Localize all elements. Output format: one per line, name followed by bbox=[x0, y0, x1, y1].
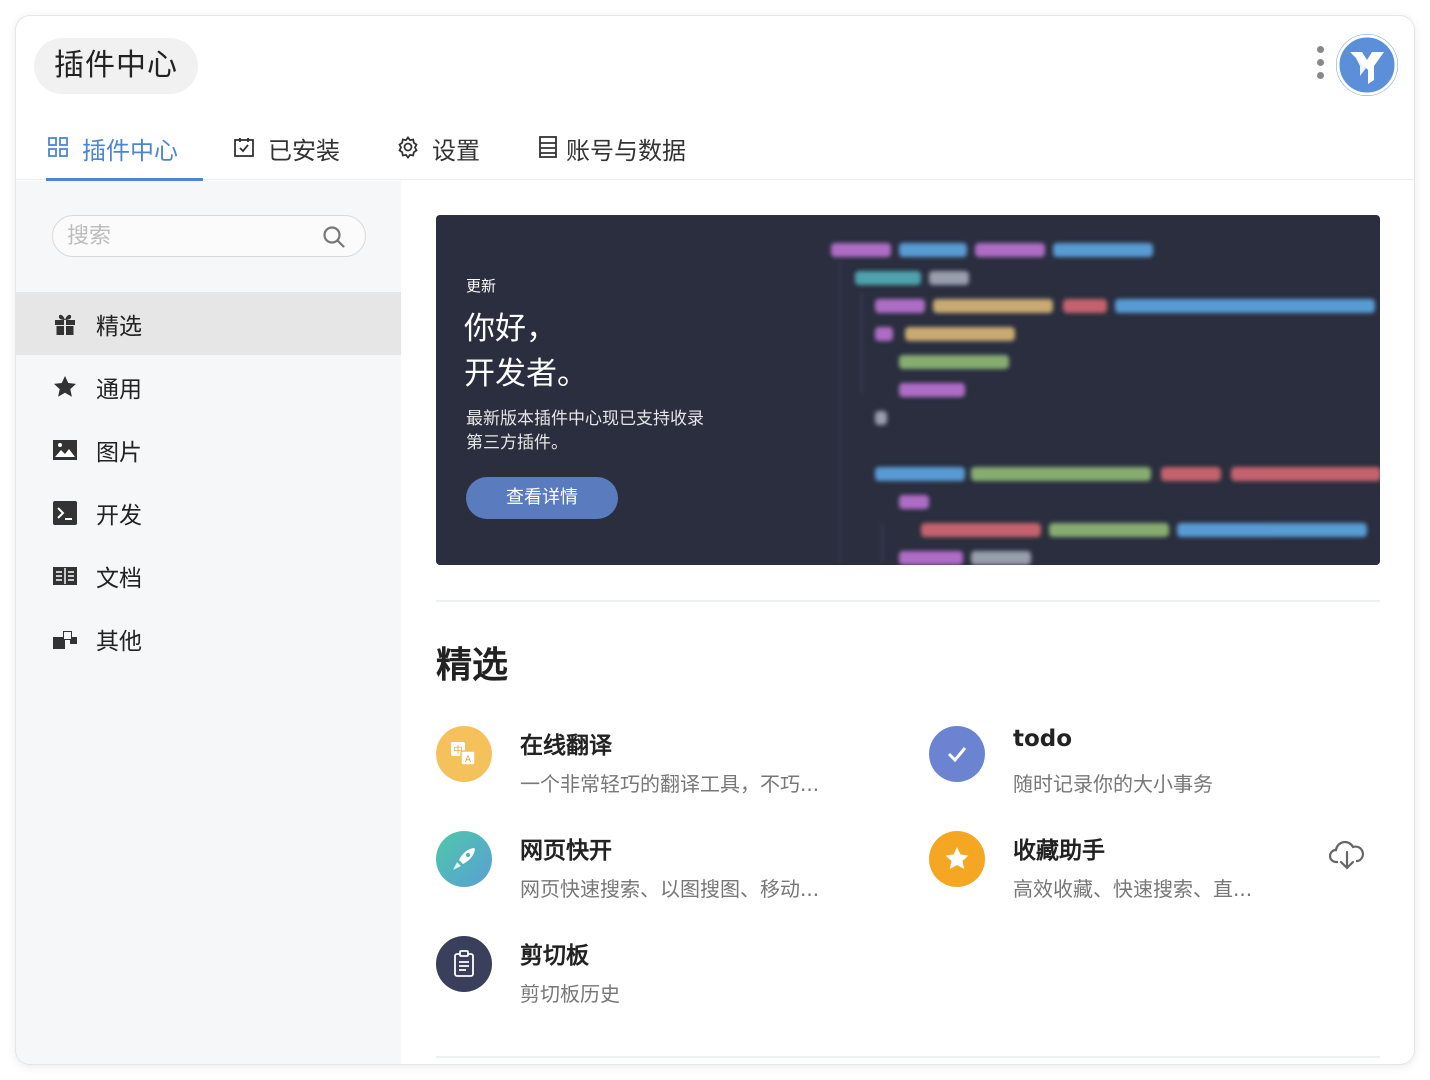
banner-headline: 你好， 开发者。 bbox=[464, 307, 588, 397]
image-icon bbox=[52, 437, 78, 463]
tab-label: 账号与数据 bbox=[566, 136, 686, 165]
sidebar-item-label: 通用 bbox=[96, 376, 142, 403]
tab-label: 插件中心 bbox=[82, 136, 178, 165]
tab-label: 设置 bbox=[432, 136, 480, 165]
window-title: 插件中心 bbox=[34, 38, 198, 94]
plugin-item-web-launcher[interactable]: 网页快开 网页快速搜索、以图搜图、移动... bbox=[436, 831, 876, 911]
plugin-description: 高效收藏、快速搜索、直... bbox=[1013, 877, 1253, 901]
svg-text:中: 中 bbox=[453, 744, 462, 756]
star-badge-icon bbox=[929, 831, 985, 887]
gear-icon bbox=[396, 135, 422, 161]
banner-description-line1: 最新版本插件中心现已支持收录 bbox=[466, 409, 704, 429]
tab-bar: 插件中心 已安装 设置 账号与数据 bbox=[16, 116, 1414, 181]
sidebar-item-featured[interactable]: 精选 bbox=[16, 292, 401, 355]
sidebar-item-develop[interactable]: 开发 bbox=[16, 481, 401, 544]
sidebar-item-label: 图片 bbox=[96, 439, 142, 466]
sidebar-item-label: 其他 bbox=[96, 628, 142, 655]
divider bbox=[436, 600, 1380, 602]
tab-label: 已安装 bbox=[268, 136, 340, 165]
banner-headline-line1: 你好， bbox=[464, 311, 557, 347]
section-title: 精选 bbox=[436, 645, 509, 686]
plugin-item-todo[interactable]: todo 随时记录你的大小事务 bbox=[929, 726, 1369, 806]
tab-account-data[interactable]: 账号与数据 bbox=[536, 116, 686, 180]
sidebar-item-docs[interactable]: 文档 bbox=[16, 544, 401, 607]
plugin-center-window: 插件中心 插件中心 已安装 设置 账号与数据 搜索 精选 通用 图片 开发 文档… bbox=[16, 16, 1414, 1064]
banner-description: 最新版本插件中心现已支持收录 第三方插件。 bbox=[466, 407, 756, 455]
grid-icon bbox=[46, 135, 72, 161]
more-options-icon[interactable] bbox=[1312, 46, 1328, 86]
tab-plugin-center[interactable]: 插件中心 bbox=[46, 116, 203, 181]
plugin-description: 一个非常轻巧的翻译工具，不巧... bbox=[520, 772, 820, 796]
code-background-image bbox=[831, 233, 1380, 565]
translate-icon: 中 A bbox=[436, 726, 492, 782]
sidebar-item-label: 开发 bbox=[96, 502, 142, 529]
plugin-name: todo bbox=[1013, 726, 1073, 752]
sidebar-item-other[interactable]: 其他 bbox=[16, 607, 401, 670]
sidebar-item-images[interactable]: 图片 bbox=[16, 418, 401, 481]
terminal-icon bbox=[52, 500, 78, 526]
utools-logo[interactable] bbox=[1334, 32, 1400, 98]
update-banner: 更新 你好， 开发者。 最新版本插件中心现已支持收录 第三方插件。 查看详情 bbox=[436, 215, 1380, 565]
view-details-button[interactable]: 查看详情 bbox=[466, 477, 618, 519]
sidebar-item-label: 文档 bbox=[96, 565, 142, 592]
plugin-item-translate[interactable]: 中 A 在线翻译 一个非常轻巧的翻译工具，不巧... bbox=[436, 726, 876, 806]
plugin-description: 网页快速搜索、以图搜图、移动... bbox=[520, 877, 820, 901]
search-input[interactable] bbox=[67, 220, 307, 252]
rocket-icon bbox=[436, 831, 492, 887]
plugin-name: 收藏助手 bbox=[1013, 838, 1105, 864]
sidebar-item-label: 精选 bbox=[96, 313, 142, 340]
list-icon bbox=[536, 135, 562, 161]
search-box bbox=[52, 215, 366, 257]
banner-headline-line2: 开发者。 bbox=[464, 356, 588, 392]
plugin-item-clipboard[interactable]: 剪切板 剪切板历史 bbox=[436, 936, 876, 1016]
calendar-check-icon bbox=[232, 135, 258, 161]
search-icon[interactable] bbox=[321, 224, 347, 250]
plugin-name: 剪切板 bbox=[520, 943, 589, 969]
blocks-icon bbox=[52, 626, 78, 652]
check-icon bbox=[929, 726, 985, 782]
tab-installed[interactable]: 已安装 bbox=[232, 116, 340, 180]
book-icon bbox=[52, 563, 78, 589]
category-nav: 精选 通用 图片 开发 文档 其他 bbox=[16, 292, 401, 670]
plugin-description: 剪切板历史 bbox=[520, 982, 620, 1006]
sidebar: 精选 通用 图片 bbox=[16, 181, 401, 1064]
divider bbox=[436, 1056, 1380, 1058]
svg-text:A: A bbox=[465, 755, 472, 765]
sidebar-item-general[interactable]: 通用 bbox=[16, 355, 401, 418]
clipboard-icon bbox=[436, 936, 492, 992]
gift-icon bbox=[52, 311, 78, 337]
plugin-name: 网页快开 bbox=[520, 838, 612, 864]
plugin-name: 在线翻译 bbox=[520, 733, 612, 759]
plugin-item-favorites[interactable]: 收藏助手 高效收藏、快速搜索、直... bbox=[929, 831, 1369, 911]
tab-settings[interactable]: 设置 bbox=[396, 116, 480, 180]
banner-description-line2: 第三方插件。 bbox=[466, 433, 568, 453]
plugin-description: 随时记录你的大小事务 bbox=[1013, 772, 1213, 796]
cloud-download-icon[interactable] bbox=[1328, 838, 1366, 872]
star-icon bbox=[52, 374, 78, 400]
banner-eyebrow: 更新 bbox=[466, 277, 497, 295]
